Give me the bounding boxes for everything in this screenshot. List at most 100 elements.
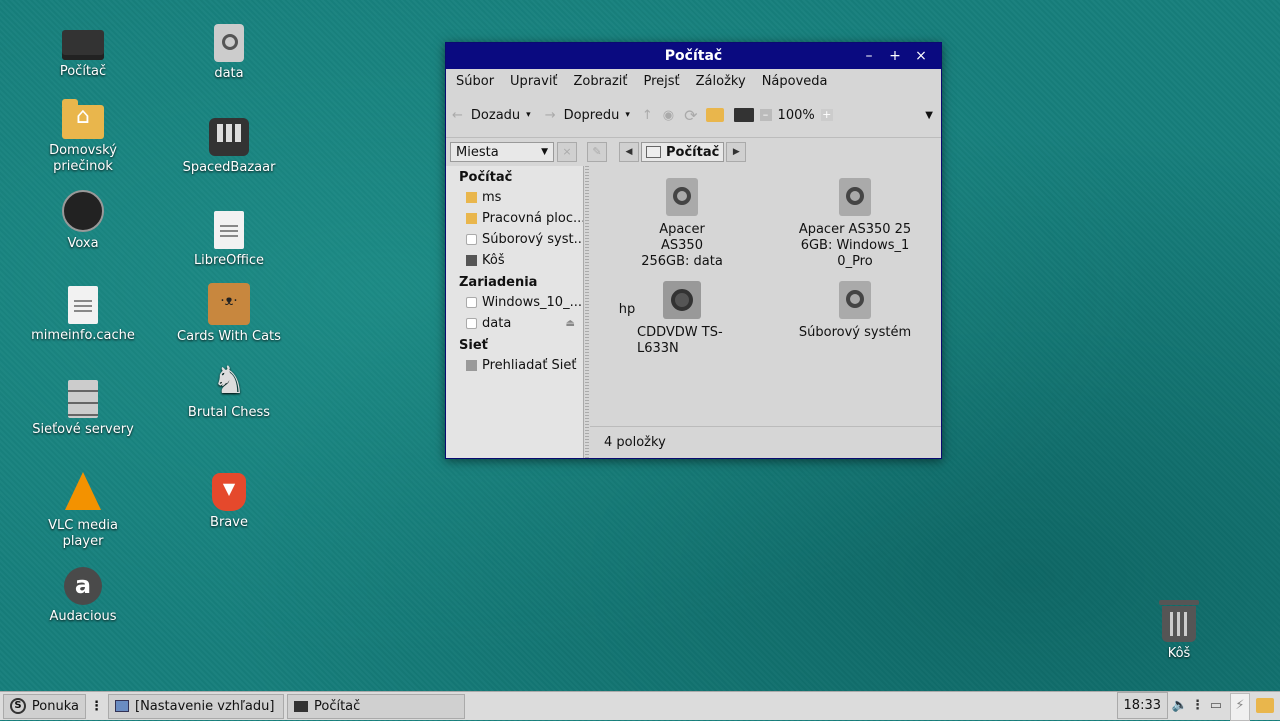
drive-icon xyxy=(214,24,244,62)
sidebar-item-trash[interactable]: Kôš xyxy=(446,250,583,271)
chevron-down-icon[interactable]: ▾ xyxy=(625,110,630,120)
eject-icon[interactable]: ⏏ xyxy=(566,318,575,329)
home-folder-icon[interactable] xyxy=(1256,698,1274,713)
desktop-icon-label: Domovský priečinok xyxy=(49,143,117,174)
minimize-button[interactable]: – xyxy=(859,46,879,66)
file-manager-window: Počítač – + × Súbor Upraviť Zobraziť Pre… xyxy=(445,42,942,459)
forward-button[interactable]: → Dopredu ▾ xyxy=(545,108,630,123)
sidebar-item-home[interactable]: ms xyxy=(446,187,583,208)
desktop-icon-data[interactable]: data xyxy=(174,24,284,82)
desktop-icon-cards-with-cats[interactable]: Cards With Cats xyxy=(174,283,284,345)
file-item[interactable]: Apacer AS350 256GB: Windows_10_Pro xyxy=(780,178,930,270)
desktop-icon-label: LibreOffice xyxy=(193,253,265,268)
desktop-icon-brave[interactable]: Brave xyxy=(174,473,284,531)
stop-icon[interactable]: ◉ xyxy=(663,108,674,123)
back-arrow-icon: ← xyxy=(452,107,463,123)
breadcrumb-label: Počítač xyxy=(666,144,720,160)
libreoffice-icon xyxy=(214,211,244,249)
menu-help[interactable]: Nápoveda xyxy=(754,74,836,89)
window-titlebar[interactable]: Počítač – + × xyxy=(446,43,941,69)
menu-view[interactable]: Zobraziť xyxy=(566,74,636,89)
desktop-icon-voxa[interactable]: Voxa xyxy=(28,190,138,252)
desktop-icon-spacedbazaar[interactable]: SpacedBazaar xyxy=(174,118,284,176)
chevron-down-icon[interactable]: ▾ xyxy=(526,110,531,120)
file-item[interactable]: Súborový systém xyxy=(780,281,930,341)
sidebar-item-label: Kôš xyxy=(482,253,505,268)
task-computer[interactable]: Počítač xyxy=(287,693,465,719)
desktop-icon-brutal-chess[interactable]: ♞ Brutal Chess xyxy=(174,359,284,421)
sidebar-item-browse-network[interactable]: Prehliadať Sieť xyxy=(446,355,583,376)
monitor-icon xyxy=(294,700,308,712)
sidebar-mode-select[interactable]: Miesta ▼ xyxy=(450,142,554,162)
server-icon xyxy=(68,380,98,418)
desktop-icon-computer[interactable]: Počítač xyxy=(28,24,138,80)
desktop-icon-label: Audacious xyxy=(49,609,117,624)
home-button[interactable] xyxy=(705,108,724,122)
taskbar-separator: ⋮ xyxy=(90,698,103,714)
voxa-icon xyxy=(62,190,104,232)
file-item[interactable]: Apacer AS350 256GB: data xyxy=(607,178,757,270)
location-bar: Miesta ▼ × ✎ ◀ Počítač ▶ xyxy=(446,138,941,166)
sidebar-item-filesystem[interactable]: Súborový syst... xyxy=(446,229,583,250)
file-item-label: Apacer AS350 256GB: Windows_10_Pro xyxy=(798,222,912,269)
power-icon[interactable]: ⚡ xyxy=(1230,693,1250,721)
desktop-icon-label: mimeinfo.cache xyxy=(31,328,135,343)
task-label: Počítač xyxy=(314,698,361,714)
up-icon[interactable]: ↑ xyxy=(642,108,653,123)
desktop-icon-trash[interactable]: Kôš xyxy=(1124,600,1234,662)
close-sidebar-button[interactable]: × xyxy=(557,142,577,162)
drive-icon xyxy=(839,281,871,319)
text-file-icon xyxy=(68,286,98,324)
tray-menu-icon[interactable]: ⋮ xyxy=(1191,698,1204,713)
menubar: Súbor Upraviť Zobraziť Prejsť Záložky Ná… xyxy=(446,69,941,93)
file-item[interactable]: CDDVDW TS-L633N xyxy=(607,281,757,357)
computer-button[interactable] xyxy=(733,108,754,122)
sidebar-item-desktop[interactable]: Pracovná ploc... xyxy=(446,208,583,229)
forward-arrow-icon: → xyxy=(544,107,556,123)
home-icon xyxy=(466,192,477,203)
forward-label: Dopredu xyxy=(563,107,620,123)
menu-button[interactable]: S Ponuka xyxy=(3,693,86,719)
zoom-out-button[interactable]: – xyxy=(759,109,772,121)
volume-icon[interactable]: 🔈 xyxy=(1172,698,1188,713)
sidebar-item-label: Súborový syst... xyxy=(482,232,583,247)
desktop-icon-label: Cards With Cats xyxy=(177,329,281,344)
desktop-icon-audacious[interactable]: a Audacious xyxy=(28,567,138,625)
desktop-icon-mimeinfo[interactable]: mimeinfo.cache xyxy=(28,286,138,344)
menu-file[interactable]: Súbor xyxy=(448,74,502,89)
clock[interactable]: 18:33 xyxy=(1116,692,1168,719)
maximize-button[interactable]: + xyxy=(885,46,905,66)
task-label: [Nastavenie vzhľadu] xyxy=(135,698,275,714)
task-appearance-settings[interactable]: [Nastavenie vzhľadu] xyxy=(108,693,284,719)
drive-icon xyxy=(466,297,477,308)
menu-edit[interactable]: Upraviť xyxy=(502,74,565,89)
zoom-in-icon: + xyxy=(820,108,833,121)
zoom-level: 100% xyxy=(777,107,815,123)
desktop-icon-vlc[interactable]: VLC media player xyxy=(28,472,138,550)
desktop-icon-label: Kôš xyxy=(1167,646,1191,661)
sidebar-item-label: ms xyxy=(482,190,502,205)
toolbar-overflow-button[interactable]: ▼ xyxy=(925,110,933,121)
display-icon[interactable]: ▭ xyxy=(1210,698,1222,713)
taskbar: S Ponuka ⋮ [Nastavenie vzhľadu] Počítač … xyxy=(0,691,1280,721)
desktop-icon-label: VLC media player xyxy=(48,518,118,549)
file-view: Apacer AS350 256GB: data Apacer AS350 25… xyxy=(590,168,941,428)
edit-location-button[interactable]: ✎ xyxy=(587,142,607,162)
toolbar: ← Dozadu ▾ → Dopredu ▾ ↑ ◉ ⟳ – 100% + ▼ xyxy=(446,93,941,138)
chess-knight-icon: ♞ xyxy=(211,358,247,402)
sidebar-section-computer: Počítač xyxy=(459,170,513,185)
desktop-icon-libreoffice[interactable]: LibreOffice xyxy=(174,211,284,269)
sidebar-section-devices: Zariadenia xyxy=(459,275,538,290)
path-next-button[interactable]: ▶ xyxy=(726,142,747,162)
close-button[interactable]: × xyxy=(911,46,931,66)
breadcrumb[interactable]: Počítač xyxy=(641,142,725,162)
desktop-icon-home[interactable]: Domovský priečinok xyxy=(28,99,138,175)
desktop-icon-network-servers[interactable]: Sieťové servery xyxy=(28,380,138,438)
reload-icon[interactable]: ⟳ xyxy=(684,106,697,125)
spacedbazaar-icon xyxy=(209,118,249,156)
menu-go[interactable]: Prejsť xyxy=(636,74,688,89)
zoom-in-button[interactable]: + xyxy=(820,108,833,121)
path-prev-button[interactable]: ◀ xyxy=(619,142,639,162)
menu-bookmarks[interactable]: Záložky xyxy=(688,74,754,89)
back-button[interactable]: ← Dozadu ▾ xyxy=(452,108,531,123)
